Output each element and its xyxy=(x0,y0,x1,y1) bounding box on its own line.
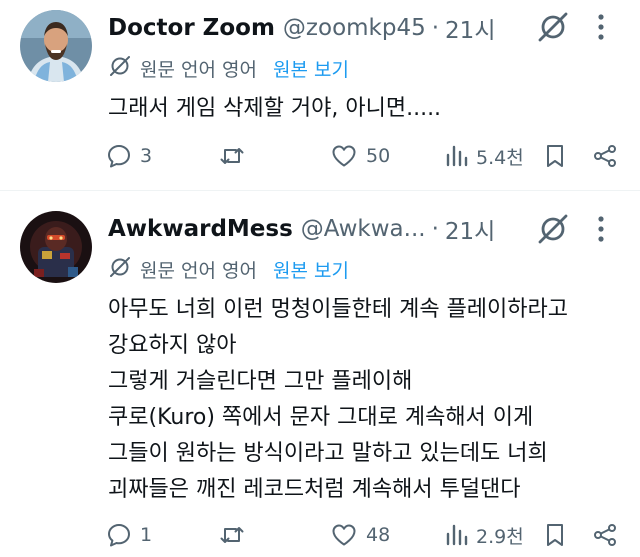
repost-icon xyxy=(218,522,246,548)
tweet-text-line: 그래서 게임 삭제할 거야, 아니면..... xyxy=(108,96,442,121)
separator-dot: · xyxy=(431,216,439,242)
timestamp[interactable]: 21시 xyxy=(445,11,495,45)
share-icon xyxy=(592,143,618,169)
avatar[interactable] xyxy=(20,211,92,283)
translation-notice: 원문 언어 영어 원본 보기 xyxy=(108,254,349,284)
bookmark-icon xyxy=(544,522,566,548)
tweet-text: 그래서 게임 삭제할 거야, 아니면..... xyxy=(108,91,626,127)
like-button[interactable]: 50 xyxy=(330,140,390,172)
share-button[interactable] xyxy=(592,140,618,172)
tweet[interactable]: AwkwardMess @Awkwa... · 21시 원문 언어 영어 원본 … xyxy=(0,191,640,557)
share-icon xyxy=(592,522,618,548)
share-button[interactable] xyxy=(592,519,618,551)
bookmark-button[interactable] xyxy=(544,140,566,172)
reply-icon xyxy=(106,143,132,169)
views-count: 5.4천 xyxy=(476,146,524,169)
author-name[interactable]: Doctor Zoom xyxy=(108,15,275,41)
source-language-label: 원문 언어 영어 xyxy=(140,259,257,282)
translation-notice: 원문 언어 영어 원본 보기 xyxy=(108,53,349,83)
grok-icon[interactable] xyxy=(536,212,570,250)
author-handle[interactable]: @zoomkp45 xyxy=(283,15,426,41)
action-bar: 1 48 2.9천 xyxy=(106,519,640,551)
tweet-text-line: 괴짜들은 깨진 레코드처럼 계속해서 투덜댄다 xyxy=(108,477,521,502)
views-button[interactable]: 5.4천 xyxy=(444,140,524,172)
tweet-text-line: 그들이 원하는 방식이라고 말하고 있는데도 너희 xyxy=(108,441,548,466)
like-count: 48 xyxy=(366,524,391,546)
tweet[interactable]: Doctor Zoom @zoomkp45 · 21시 원문 언어 영어 원본 … xyxy=(0,0,640,190)
like-button[interactable]: 48 xyxy=(330,519,390,551)
more-options-icon[interactable] xyxy=(596,214,606,248)
show-original-link[interactable]: 원본 보기 xyxy=(273,256,349,283)
reply-button[interactable]: 3 xyxy=(106,140,152,172)
views-count: 2.9천 xyxy=(476,525,524,548)
tweet-text-line: 그렇게 거슬린다면 그만 플레이해 xyxy=(108,369,413,394)
heart-icon xyxy=(330,143,358,169)
author-name[interactable]: AwkwardMess xyxy=(108,216,293,242)
timestamp[interactable]: 21시 xyxy=(445,212,495,246)
bookmark-icon xyxy=(544,143,566,169)
heart-icon xyxy=(330,522,358,548)
avatar[interactable] xyxy=(20,10,92,82)
author-handle[interactable]: @Awkwa... xyxy=(301,216,426,242)
show-original-link[interactable]: 원본 보기 xyxy=(273,55,349,82)
views-button[interactable]: 2.9천 xyxy=(444,519,524,551)
reply-button[interactable]: 1 xyxy=(106,519,152,551)
grok-icon[interactable] xyxy=(536,10,570,48)
tweet-text: 아무도 너희 이런 멍청이들한테 계속 플레이하라고 강요하지 않아 그렇게 거… xyxy=(108,292,626,508)
reply-count: 3 xyxy=(140,145,153,167)
tweet-text-line: 강요하지 않아 xyxy=(108,333,237,358)
tweet-text-line: 쿠로(Kuro) 쪽에서 문자 그대로 계속해서 이게 xyxy=(108,405,534,430)
like-count: 50 xyxy=(366,145,391,167)
views-chart-icon xyxy=(444,522,468,548)
tweet-text-line: 아무도 너희 이런 멍청이들한테 계속 플레이하라고 xyxy=(108,297,569,322)
repost-icon xyxy=(218,143,246,169)
translate-icon xyxy=(108,255,132,284)
source-language-label: 원문 언어 영어 xyxy=(140,58,257,81)
views-chart-icon xyxy=(444,143,468,169)
bookmark-button[interactable] xyxy=(544,519,566,551)
reply-count: 1 xyxy=(140,524,153,546)
repost-button[interactable] xyxy=(218,519,254,551)
separator-dot: · xyxy=(431,15,440,41)
action-bar: 3 50 5.4천 xyxy=(106,140,640,172)
reply-icon xyxy=(106,522,132,548)
translate-icon xyxy=(108,54,132,83)
more-options-icon[interactable] xyxy=(596,12,606,46)
repost-button[interactable] xyxy=(218,140,254,172)
